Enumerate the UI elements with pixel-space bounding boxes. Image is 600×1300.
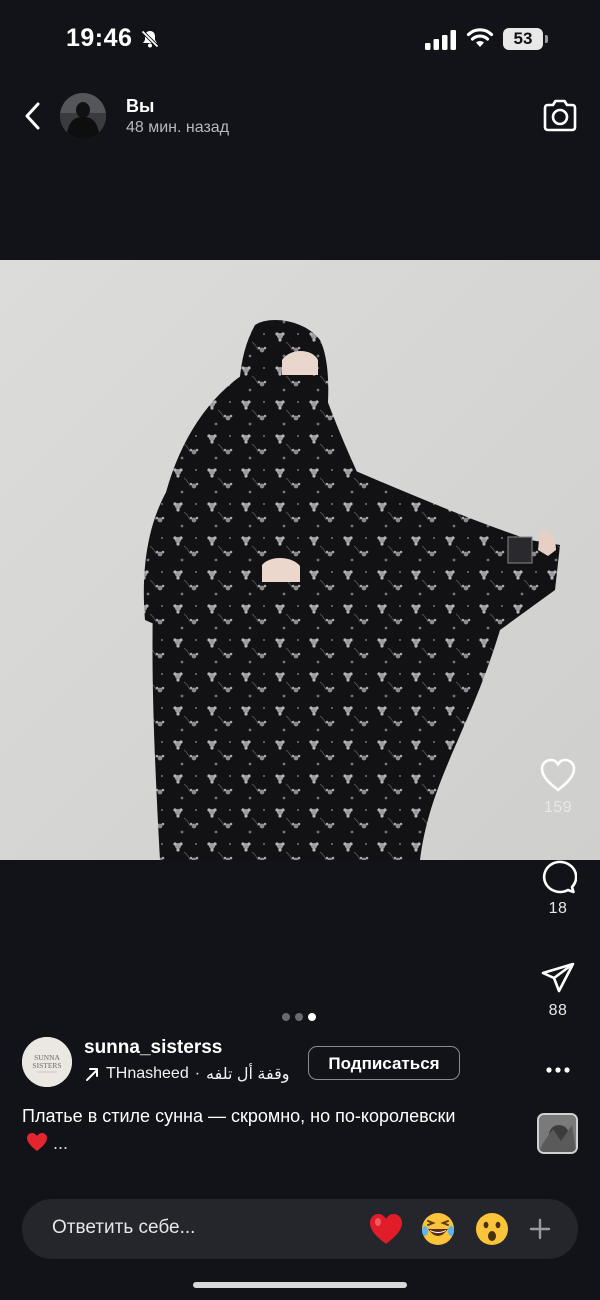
camera-icon[interactable]: [540, 96, 580, 136]
more-icon[interactable]: [544, 1060, 572, 1080]
music-thumbnail[interactable]: [537, 1113, 578, 1154]
heart-emoji-icon[interactable]: [368, 1211, 404, 1247]
plus-icon[interactable]: [528, 1217, 552, 1241]
battery-cap: [545, 35, 548, 43]
author-avatar-logo: SUNNA SISTERS: [22, 1037, 72, 1087]
music-separator: ·: [194, 1065, 201, 1082]
like-action[interactable]: 159: [530, 757, 586, 817]
reply-input[interactable]: Ответить себе...: [52, 1217, 195, 1239]
svg-text:SISTERS: SISTERS: [32, 1061, 61, 1070]
share-action[interactable]: 88: [530, 960, 586, 1020]
surprised-emoji-icon[interactable]: [474, 1211, 510, 1247]
like-count: 159: [543, 799, 573, 816]
comment-action[interactable]: 18: [530, 858, 586, 918]
avatar-image: [60, 93, 106, 139]
music-title: وقفة أل تلفه: [206, 1066, 290, 1083]
author-username[interactable]: sunna_sisterss: [84, 1037, 222, 1059]
story-photo[interactable]: [0, 260, 600, 860]
battery-level: 53: [503, 28, 543, 50]
post-caption[interactable]: Платье в стиле сунна — скромно, но по-ко…: [22, 1103, 462, 1157]
carousel-dot: [295, 1013, 303, 1021]
share-count: 88: [548, 1002, 568, 1019]
avatar[interactable]: [60, 93, 106, 139]
wifi-icon: [466, 28, 494, 47]
carousel-dots: [282, 1013, 316, 1021]
home-indicator[interactable]: [193, 1282, 407, 1288]
comment-count: 18: [548, 900, 568, 917]
music-thumbnail-image: [539, 1115, 576, 1152]
share-icon[interactable]: [539, 960, 577, 996]
story-owner-name[interactable]: Вы: [126, 96, 154, 117]
author-avatar[interactable]: SUNNA SISTERS: [22, 1037, 72, 1087]
red-heart-icon: [27, 1133, 47, 1151]
caption-more[interactable]: ...: [53, 1133, 68, 1153]
music-info[interactable]: THnasheed · وقفة أل تلفه: [84, 1064, 289, 1084]
status-bar: 19:46 53: [0, 0, 600, 80]
subscribe-button[interactable]: Подписаться: [308, 1046, 460, 1080]
carousel-dot-active: [308, 1013, 316, 1021]
music-artist: THnasheed: [106, 1065, 189, 1082]
reply-bar[interactable]: Ответить себе...: [22, 1199, 578, 1259]
back-icon[interactable]: [20, 98, 46, 134]
carousel-dot: [282, 1013, 290, 1021]
cell-signal-icon: [425, 30, 456, 50]
music-arrow-icon: [86, 1068, 98, 1081]
bell-muted-icon: [140, 29, 160, 49]
heart-icon[interactable]: [538, 757, 578, 793]
story-time-ago: 48 мин. назад: [126, 119, 230, 136]
status-time: 19:46: [66, 24, 133, 52]
comment-icon[interactable]: [539, 858, 577, 894]
caption-text: Платье в стиле сунна — скромно, но по-ко…: [22, 1106, 456, 1126]
story-image: [0, 260, 600, 860]
laughing-emoji-icon[interactable]: [420, 1211, 456, 1247]
